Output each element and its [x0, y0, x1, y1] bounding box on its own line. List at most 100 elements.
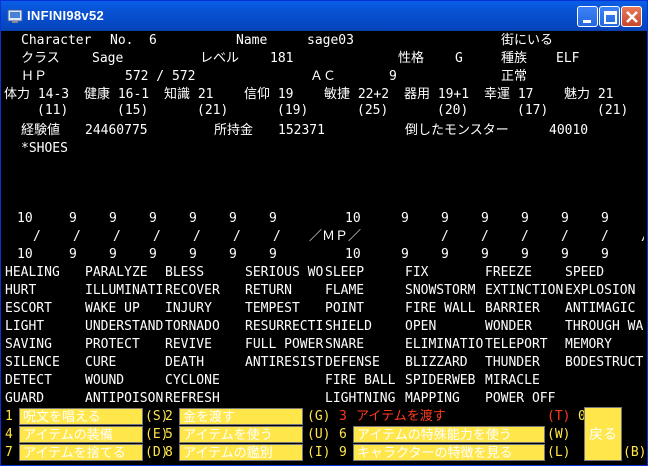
maximize-button[interactable] [599, 6, 620, 27]
spell-item[interactable]: BARRIER [485, 301, 540, 316]
minimize-button[interactable] [577, 6, 598, 27]
spell-item[interactable]: FULL POWER [245, 337, 323, 352]
spell-item[interactable]: REVIVE [165, 337, 212, 352]
mp-value: 9 [561, 211, 569, 226]
spell-item[interactable]: SERIOUS WO [245, 265, 323, 280]
mp-slash: / [193, 229, 201, 244]
spell-item[interactable]: LIGHT [5, 319, 44, 334]
spell-item[interactable]: FREEZE [485, 265, 532, 280]
spell-item[interactable]: EXTINCTION [485, 283, 563, 298]
spell-item[interactable]: GUARD [5, 391, 44, 406]
spell-item[interactable]: ANTIPOISON [85, 391, 163, 406]
spell-item[interactable]: TEMPEST [245, 301, 300, 316]
spell-item[interactable]: TORNADO [165, 319, 220, 334]
spell-item[interactable]: FIRE WALL [405, 301, 475, 316]
spell-item[interactable]: HURT [5, 283, 36, 298]
spell-item[interactable]: ANTIMAGIC [565, 301, 635, 316]
spell-item[interactable]: RESURRECTI [245, 319, 323, 334]
spell-item[interactable]: DETECT [5, 373, 52, 388]
spell-item[interactable]: DEFENSE [325, 355, 380, 370]
spell-item[interactable]: INJURY [165, 301, 212, 316]
mp-value: 9 [69, 247, 77, 262]
level-label: レベル [200, 51, 240, 66]
spell-item[interactable]: WONDER [485, 319, 532, 334]
spell-item[interactable]: BODESTRUCTIO [565, 355, 644, 370]
spell-item[interactable]: THUNDER [485, 355, 540, 370]
spell-item[interactable]: ANTIRESIST [245, 355, 323, 370]
spell-item[interactable]: SNOWSTORM [405, 283, 475, 298]
spell-item[interactable]: CYCLONE [165, 373, 220, 388]
spell-item[interactable]: ESCORT [5, 301, 52, 316]
menu-number: 6 [339, 427, 347, 442]
spell-item[interactable]: SLEEP [325, 265, 364, 280]
character-name: sage03 [307, 33, 354, 48]
menu-item[interactable]: アイテムの特殊能力を使う [353, 426, 545, 443]
title-bar[interactable]: INFINI98v52 [1, 1, 647, 31]
mp-value: 9 [109, 247, 117, 262]
mp-value: 10 [17, 211, 33, 226]
spell-item[interactable]: FIRE BALL [325, 373, 395, 388]
mp-value: 9 [229, 247, 237, 262]
spell-item[interactable]: POINT [325, 301, 364, 316]
spell-item[interactable]: PROTECT [85, 337, 140, 352]
menu-item[interactable]: アイテムの鑑別 [179, 444, 303, 461]
menu-number: 2 [165, 409, 173, 424]
spell-item[interactable]: FIX [405, 265, 428, 280]
mp-label: ／ＭＰ／ [309, 229, 362, 244]
ac-label: ＡＣ [310, 69, 337, 84]
menu-item[interactable]: キャラクターの特徴を見る [353, 444, 545, 461]
spell-item[interactable]: CURE [85, 355, 116, 370]
mp-slash: / [441, 229, 449, 244]
spell-item[interactable]: MAPPING [405, 391, 460, 406]
spell-item[interactable]: BLIZZARD [405, 355, 468, 370]
menu-item[interactable]: 呪文を唱える [19, 408, 143, 425]
stat-sub: (21) [597, 103, 629, 118]
spell-item[interactable]: SAVING [5, 337, 52, 352]
spell-item[interactable]: WOUND [85, 373, 124, 388]
spell-item[interactable]: EXPLOSION [565, 283, 635, 298]
menu-item[interactable]: 金を渡す [179, 408, 303, 425]
spell-item[interactable]: ILLUMINATI [85, 283, 163, 298]
menu-item[interactable]: アイテムを使う [179, 426, 303, 443]
spell-item[interactable]: ELIMINATIO [405, 337, 483, 352]
spell-item[interactable]: OPEN [405, 319, 436, 334]
spell-item[interactable]: WAKE UP [85, 301, 140, 316]
spell-item[interactable]: MIRACLE [485, 373, 540, 388]
close-button[interactable] [621, 6, 642, 27]
menu-item[interactable]: アイテムを捨てる [19, 444, 143, 461]
spell-item[interactable]: SPEED [565, 265, 604, 280]
spell-item[interactable]: REFRESH [165, 391, 220, 406]
menu-number: 8 [165, 445, 173, 460]
spell-item[interactable]: THROUGH WA [565, 319, 643, 334]
back-label: 戻る [589, 427, 617, 443]
menu-item[interactable]: アイテムを渡す [353, 408, 545, 425]
menu-number: 1 [5, 409, 13, 424]
spell-item[interactable]: SILENCE [5, 355, 60, 370]
exp-value: 24460775 [85, 123, 148, 138]
spell-item[interactable]: SHIELD [325, 319, 372, 334]
spell-item[interactable]: PARALYZE [85, 265, 148, 280]
spell-item[interactable]: HEALING [5, 265, 60, 280]
spell-item[interactable]: TELEPORT [485, 337, 548, 352]
spell-item[interactable]: SNARE [325, 337, 364, 352]
window-title: INFINI98v52 [27, 8, 105, 23]
spell-item[interactable]: RETURN [245, 283, 292, 298]
spell-item[interactable]: BLESS [165, 265, 204, 280]
spell-item[interactable]: LIGHTNING [325, 391, 395, 406]
spell-item[interactable]: RECOVER [165, 283, 220, 298]
menu-item[interactable]: アイテムの装備 [19, 426, 143, 443]
spell-item[interactable]: MEMORY [565, 337, 612, 352]
character-number: 6 [149, 33, 157, 48]
menu-number: 9 [339, 445, 347, 460]
mp-value: 9 [189, 211, 197, 226]
mp-slash: / [481, 229, 489, 244]
stat-sub: (11) [37, 103, 69, 118]
mp-value: 10 [345, 247, 361, 262]
back-button[interactable]: 戻る [584, 407, 622, 461]
mp-slash: / [273, 229, 281, 244]
spell-item[interactable]: SPIDERWEB [405, 373, 475, 388]
spell-item[interactable]: POWER OFF [485, 391, 555, 406]
spell-item[interactable]: FLAME [325, 283, 364, 298]
spell-item[interactable]: DEATH [165, 355, 204, 370]
spell-item[interactable]: UNDERSTAND [85, 319, 163, 334]
